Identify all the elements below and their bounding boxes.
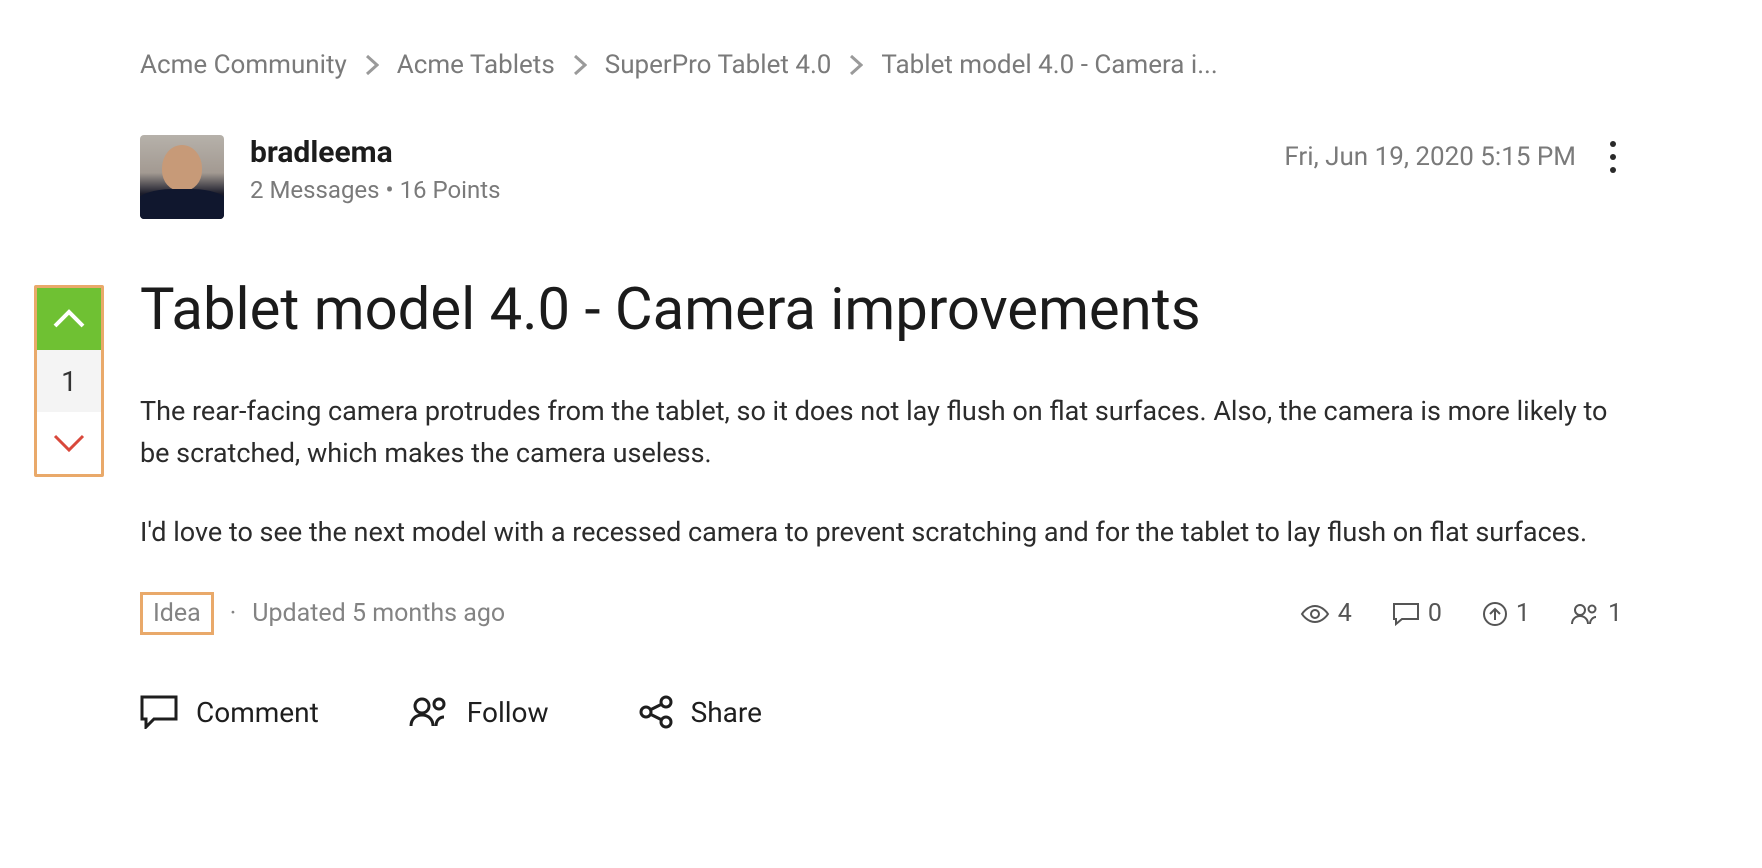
separator: • — [380, 176, 400, 204]
post-timestamp: Fri, Jun 19, 2020 5:15 PM — [1284, 142, 1576, 172]
share-label: Share — [691, 696, 762, 729]
people-icon — [1570, 602, 1600, 626]
eye-icon — [1300, 604, 1330, 624]
author-messages: 2 Messages — [250, 176, 380, 204]
post-actions: Comment Follow Share — [140, 695, 1622, 729]
comments-stat: 0 — [1392, 599, 1442, 628]
followers-stat: 1 — [1570, 599, 1622, 628]
share-icon — [639, 695, 673, 729]
comment-icon — [1392, 602, 1420, 626]
comment-button[interactable]: Comment — [140, 695, 319, 729]
views-count: 4 — [1338, 599, 1352, 628]
breadcrumb: Acme Community Acme Tablets SuperPro Tab… — [140, 50, 1622, 80]
avatar[interactable] — [140, 135, 224, 219]
follow-button[interactable]: Follow — [409, 696, 549, 729]
author-name[interactable]: bradleema — [250, 135, 501, 170]
chevron-right-icon — [849, 54, 863, 76]
post-header: bradleema 2 Messages • 16 Points Fri, Ju… — [140, 135, 1622, 219]
meta-dot: · — [230, 599, 237, 628]
post-body: The rear-facing camera protrudes from th… — [140, 391, 1622, 555]
post-paragraph: I'd love to see the next model with a re… — [140, 512, 1622, 554]
post-meta-row: Idea · Updated 5 months ago 4 0 1 1 — [140, 592, 1622, 635]
comment-label: Comment — [196, 696, 319, 729]
arrow-up-circle-icon — [1482, 601, 1508, 627]
author-block: bradleema 2 Messages • 16 Points — [140, 135, 501, 219]
breadcrumb-item-current[interactable]: Tablet model 4.0 - Camera i... — [881, 50, 1217, 80]
post-paragraph: The rear-facing camera protrudes from th… — [140, 391, 1622, 475]
author-meta: 2 Messages • 16 Points — [250, 176, 501, 204]
views-stat: 4 — [1300, 599, 1352, 628]
upvotes-count: 1 — [1516, 599, 1530, 628]
chevron-right-icon — [573, 54, 587, 76]
post-title: Tablet model 4.0 - Camera improvements — [140, 279, 1622, 343]
chevron-right-icon — [365, 54, 379, 76]
followers-count: 1 — [1608, 599, 1622, 628]
share-button[interactable]: Share — [639, 695, 762, 729]
breadcrumb-item[interactable]: Acme Community — [140, 50, 347, 80]
follow-label: Follow — [467, 696, 549, 729]
breadcrumb-item[interactable]: SuperPro Tablet 4.0 — [605, 50, 832, 80]
breadcrumb-item[interactable]: Acme Tablets — [397, 50, 555, 80]
more-options-button[interactable] — [1604, 135, 1622, 179]
more-vertical-icon — [1608, 139, 1618, 175]
comments-count: 0 — [1428, 599, 1442, 628]
updated-label: Updated 5 months ago — [252, 599, 505, 628]
comment-icon — [140, 695, 178, 729]
people-icon — [409, 696, 449, 728]
post-type-tag[interactable]: Idea — [140, 592, 214, 635]
upvotes-stat: 1 — [1482, 599, 1530, 628]
author-points: 16 Points — [400, 176, 501, 204]
